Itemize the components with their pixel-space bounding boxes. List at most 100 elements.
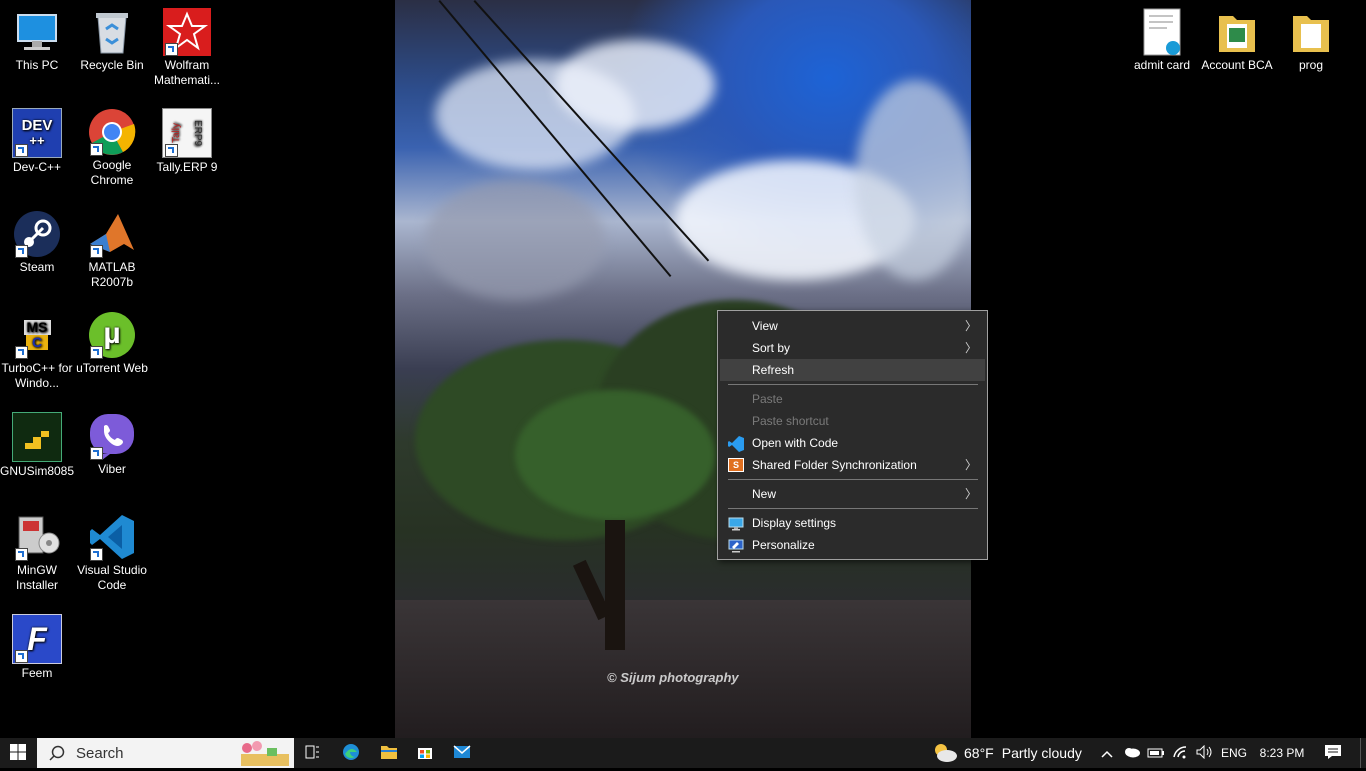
desktop-icon-vscode[interactable]: Visual Studio Code [75, 513, 149, 593]
desktop-icon-turbo-cpp[interactable]: MS C TurboC++ for Windo... [0, 311, 74, 391]
desktop-icon-account-bca[interactable]: Account BCA [1200, 8, 1274, 73]
network-tray-button[interactable] [1170, 738, 1192, 768]
clock[interactable]: 8:23 PM [1256, 738, 1308, 768]
desktop-icon-label: prog [1298, 58, 1324, 72]
start-button[interactable] [0, 738, 36, 768]
taskbar-store-button[interactable] [411, 738, 439, 768]
desktop-icon-google-chrome[interactable]: Google Chrome [75, 108, 149, 188]
chevron-right-icon: 〉 [964, 458, 977, 472]
menu-item-view[interactable]: View 〉 [720, 315, 985, 337]
windows-icon [10, 743, 26, 763]
desktop-icon-prog[interactable]: prog [1274, 8, 1348, 73]
desktop-icon-wolfram[interactable]: Wolfram Mathemati... [150, 8, 224, 88]
desktop-icon-label: Account BCA [1201, 58, 1273, 72]
menu-item-new[interactable]: New 〉 [720, 483, 985, 505]
menu-item-display-settings[interactable]: Display settings [720, 512, 985, 534]
menu-item-refresh[interactable]: Refresh [720, 359, 985, 381]
edge-icon [342, 743, 360, 764]
task-view-icon [304, 744, 320, 763]
wallpaper-watermark: © Sijum photography [607, 670, 739, 685]
turbo-cpp-icon: MS C [13, 311, 61, 359]
desktop-icon-label: uTorrent Web [76, 361, 148, 375]
desktop-icon-recycle-bin[interactable]: Recycle Bin [75, 8, 149, 73]
viber-icon [88, 412, 136, 460]
desktop-icon-matlab[interactable]: MATLAB R2007b [75, 210, 149, 290]
mingw-installer-icon [13, 513, 61, 561]
taskbar: Search 68°F Partly cloudy ENG 8:23 PM [0, 738, 1366, 768]
menu-item-shared-folder-sync[interactable]: S Shared Folder Synchronization 〉 [720, 454, 985, 476]
utorrent-icon: µ [88, 311, 136, 359]
onedrive-tray-button[interactable] [1121, 738, 1143, 768]
taskbar-search-box[interactable]: Search [37, 738, 294, 768]
folder-icon [1287, 8, 1335, 56]
cloud-icon [1123, 746, 1141, 761]
desktop-icon-label: Recycle Bin [80, 58, 144, 72]
search-placeholder: Search [76, 745, 124, 762]
desktop-icon-steam[interactable]: Steam [0, 210, 74, 275]
desktop-icon-label: Dev-C++ [12, 160, 62, 174]
mail-icon [453, 744, 471, 762]
menu-item-open-with-code[interactable]: Open with Code [720, 432, 985, 454]
wifi-icon [1172, 745, 1190, 762]
desktop-icon-viber[interactable]: Viber [75, 412, 149, 477]
menu-item-personalize[interactable]: Personalize [720, 534, 985, 556]
gnusim-icon [12, 412, 62, 462]
taskbar-mail-button[interactable] [448, 738, 476, 768]
desktop-icon-gnusim8085[interactable]: GNUSim8085 [0, 412, 74, 479]
sync-icon: S [728, 458, 744, 472]
input-language-button[interactable]: ENG [1218, 738, 1250, 768]
menu-item-paste-shortcut: Paste shortcut [752, 414, 829, 428]
desktop-icon-dev-cpp[interactable]: DEV ++ Dev-C++ [0, 108, 74, 175]
action-center-button[interactable] [1318, 738, 1348, 768]
desktop-icon-feem[interactable]: F Feem [0, 614, 74, 681]
taskbar-edge-button[interactable] [336, 738, 366, 768]
battery-tray-button[interactable] [1145, 738, 1167, 768]
desktop-icon-label: TurboC++ for Windo... [1, 361, 73, 390]
chevron-right-icon: 〉 [964, 341, 977, 355]
desktop-context-menu: View 〉 Sort by 〉 Refresh Paste Paste sho… [717, 310, 988, 560]
file-explorer-icon [380, 744, 398, 763]
dev-cpp-icon: DEV ++ [12, 108, 62, 158]
menu-item-paste: Paste [752, 392, 783, 406]
vscode-icon [728, 436, 744, 452]
menu-separator [728, 508, 978, 509]
desktop-icon-label: admit card [1133, 58, 1191, 72]
folder-icon [1213, 8, 1261, 56]
desktop-icon-label: This PC [15, 58, 59, 72]
wolfram-icon [163, 8, 211, 56]
weather-desc: Partly cloudy [1001, 745, 1082, 761]
weather-widget[interactable]: 68°F Partly cloudy [932, 738, 1092, 768]
menu-separator [728, 479, 978, 480]
matlab-icon [88, 210, 136, 258]
desktop-icon-label: GNUSim8085 [0, 464, 75, 478]
desktop-icon-mingw[interactable]: MinGW Installer [0, 513, 74, 593]
personalize-icon [728, 538, 744, 553]
desktop-icon-utorrent[interactable]: µ uTorrent Web [75, 311, 149, 376]
search-icon [49, 745, 65, 766]
display-icon [728, 516, 744, 531]
menu-item-sort-by[interactable]: Sort by 〉 [720, 337, 985, 359]
desktop-icon-label: Feem [21, 666, 53, 680]
desktop-icon-label: MATLAB R2007b [88, 260, 136, 289]
show-desktop-button[interactable] [1360, 738, 1366, 768]
desktop-icon-label: MinGW Installer [15, 563, 59, 592]
document-icon [1138, 8, 1186, 56]
battery-icon [1147, 746, 1165, 761]
weather-temp: 68°F [964, 745, 994, 761]
volume-tray-button[interactable] [1194, 738, 1216, 768]
taskbar-file-explorer-button[interactable] [374, 738, 404, 768]
desktop-icon-label: Viber [98, 462, 126, 476]
desktop-icon-admit-card[interactable]: admit card [1125, 8, 1199, 73]
desktop-icon-tally[interactable]: Tally ERP9 Tally.ERP 9 [150, 108, 224, 175]
desktop-icon-this-pc[interactable]: This PC [0, 8, 74, 73]
desktop-icon-label: Tally.ERP 9 [156, 160, 218, 174]
desktop-icon-label: Google Chrome [90, 158, 134, 187]
vscode-icon [88, 513, 136, 561]
show-hidden-icons-button[interactable] [1097, 738, 1117, 768]
chevron-up-icon [1101, 746, 1113, 761]
feem-icon: F [12, 614, 62, 664]
search-highlight-icon [237, 740, 293, 771]
task-view-button[interactable] [298, 738, 326, 768]
menu-separator [728, 384, 978, 385]
notification-icon [1324, 744, 1342, 763]
